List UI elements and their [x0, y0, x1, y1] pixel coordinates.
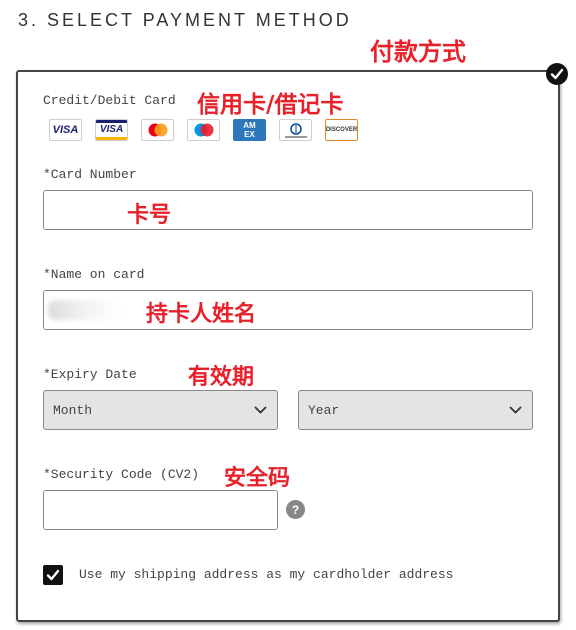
annotation-expiry: 有效期 [188, 365, 255, 390]
card-number-input[interactable] [43, 190, 533, 230]
shipping-address-label[interactable]: Use my shipping address as my cardholder… [79, 567, 453, 582]
expiry-date-label: *Expiry Date [43, 367, 137, 382]
checkmark-icon [46, 569, 60, 581]
shipping-address-checkbox[interactable] [43, 565, 63, 585]
annotation-card-type: 信用卡/借记卡 [197, 92, 344, 118]
annotation-card-number: 卡号 [127, 203, 172, 228]
amex-logo: AM EX [233, 119, 266, 141]
help-icon[interactable]: ? [286, 500, 305, 519]
chevron-down-icon [509, 406, 522, 414]
selected-check-icon [546, 63, 568, 85]
expiry-year-select[interactable]: Year [298, 390, 533, 430]
diners-club-logo [279, 119, 312, 141]
redacted-name-blur [48, 300, 124, 320]
mastercard-logo [141, 119, 174, 141]
security-code-label: *Security Code (CV2) [43, 467, 200, 482]
expiry-month-select[interactable]: Month [43, 390, 278, 430]
name-on-card-label: *Name on card [43, 267, 145, 282]
maestro-logo [187, 119, 220, 141]
visa-logo: VISA [49, 119, 82, 141]
expiry-month-value: Month [53, 402, 93, 418]
expiry-year-value: Year [308, 402, 340, 418]
section-title: 3. SELECT PAYMENT METHOD [18, 10, 352, 30]
discover-logo: DISCOVER [325, 119, 358, 141]
payment-panel [16, 70, 560, 622]
annotation-payment-method: 付款方式 [370, 38, 466, 66]
chevron-down-icon [254, 406, 267, 414]
card-number-label: *Card Number [43, 167, 137, 182]
annotation-security-code: 安全码 [224, 466, 291, 491]
security-code-input[interactable] [43, 490, 278, 530]
annotation-cardholder-name: 持卡人姓名 [146, 302, 257, 327]
payment-option-label[interactable]: Credit/Debit Card [43, 93, 176, 108]
visa-electron-logo: VISA [95, 119, 128, 141]
